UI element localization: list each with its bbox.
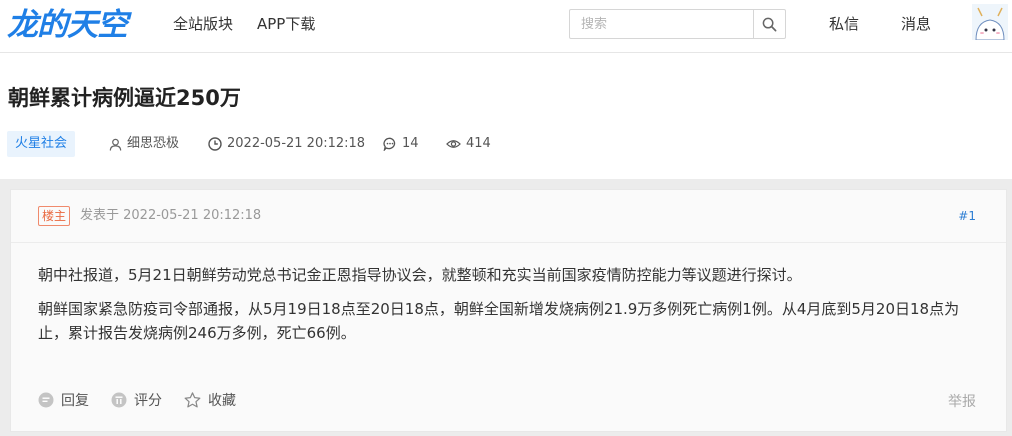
report-link[interactable]: 举报 — [948, 391, 976, 411]
reply-button[interactable]: 回复 — [38, 390, 89, 410]
comment-icon — [383, 137, 396, 151]
thread-title: 朝鲜累计病例逼近250万 — [8, 86, 241, 110]
clock-icon — [208, 137, 222, 151]
search-button[interactable] — [753, 10, 785, 38]
search-input[interactable] — [570, 10, 752, 38]
rate-button[interactable]: 评分 — [111, 390, 162, 410]
reply-count: 14 — [402, 136, 419, 151]
post-paragraph: 朝中社报道，5月21日朝鲜劳动党总书记金正恩指导协议会，就整顿和充实当前国家疫情… — [38, 266, 802, 284]
post-card: 楼主 发表于 2022-05-21 20:12:18 #1 朝中社报道，5月21… — [10, 189, 1007, 432]
thread-datetime: 2022-05-21 20:12:18 — [227, 136, 366, 151]
avatar-image — [972, 4, 1008, 41]
nav-app-download[interactable]: APP下载 — [257, 14, 315, 34]
notifications-link[interactable]: 消息 — [901, 14, 931, 34]
post-header: 楼主 发表于 2022-05-21 20:12:18 #1 — [11, 190, 1006, 243]
rate-label: 评分 — [134, 393, 162, 409]
view-count-meta: 414 — [446, 133, 491, 155]
reply-icon — [38, 392, 54, 408]
datetime-meta: 2022-05-21 20:12:18 — [208, 133, 365, 155]
star-icon — [184, 392, 201, 408]
op-badge: 楼主 — [38, 206, 71, 226]
favorite-button[interactable]: 收藏 — [184, 390, 236, 410]
avatar[interactable] — [972, 4, 1008, 41]
reply-label: 回复 — [61, 393, 89, 409]
post-paragraph: 朝鲜国家紧急防疫司令部通报，从5月19日18点至20日18点，朝鲜全国新增发烧病… — [38, 300, 960, 342]
view-count: 414 — [466, 136, 491, 151]
top-bar: 龙的天空 全站版块 APP下载 私信 消息 — [0, 0, 1012, 53]
thread-header: 朝鲜累计病例逼近250万 火星社会 细思恐极 2022-05-21 20:12:… — [0, 53, 1012, 179]
eye-icon — [446, 140, 461, 148]
board-tag[interactable]: 火星社会 — [7, 131, 76, 157]
post-time: 发表于 2022-05-21 20:12:18 — [80, 208, 262, 223]
post-actions: 回复 评分 收藏 — [38, 390, 258, 410]
post-content: 朝中社报道，5月21日朝鲜劳动党总书记金正恩指导协议会，就整顿和充实当前国家疫情… — [38, 263, 983, 355]
rate-icon — [111, 392, 127, 408]
search-box — [569, 9, 786, 39]
user-icon — [109, 138, 122, 151]
site-logo[interactable]: 龙的天空 — [7, 6, 128, 44]
private-messages-link[interactable]: 私信 — [829, 14, 859, 34]
nav-all-boards[interactable]: 全站版块 — [173, 14, 233, 34]
author-name[interactable]: 细思恐极 — [127, 133, 179, 155]
search-icon — [762, 17, 777, 31]
floor-link[interactable]: #1 — [958, 207, 976, 225]
favorite-label: 收藏 — [208, 393, 236, 409]
reply-count-meta: 14 — [383, 133, 419, 155]
author-meta[interactable]: 细思恐极 — [109, 133, 179, 155]
